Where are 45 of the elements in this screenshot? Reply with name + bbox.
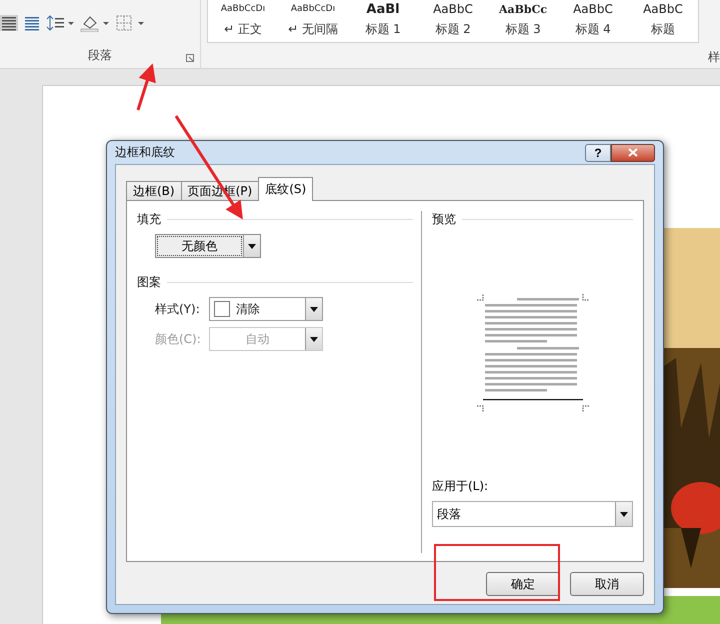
style-name[interactable]: ↵ 无间隔 bbox=[288, 21, 338, 38]
dialog-launcher-icon[interactable] bbox=[186, 54, 194, 62]
dialog-button[interactable]: 确定 bbox=[486, 572, 560, 596]
dialog-button[interactable]: 取消 bbox=[570, 572, 644, 596]
style-sample[interactable]: AaBl bbox=[366, 2, 400, 17]
style-name[interactable]: 标题 bbox=[651, 21, 675, 38]
section-label: 填充 bbox=[137, 211, 161, 228]
caret-icon bbox=[248, 244, 256, 248]
style-name[interactable]: 标题 4 bbox=[575, 21, 611, 38]
distribute-icon[interactable] bbox=[24, 15, 40, 31]
caret-icon bbox=[620, 512, 628, 516]
close-button[interactable] bbox=[611, 144, 655, 162]
field-label: 应用于(L): bbox=[432, 478, 490, 495]
style-sample[interactable]: AaBbC bbox=[643, 2, 683, 17]
dropdown[interactable]: 清除 bbox=[209, 297, 323, 321]
style-sample[interactable]: AaBbCc bbox=[498, 2, 548, 17]
style-name[interactable]: ↵ 正文 bbox=[224, 21, 262, 38]
tab[interactable]: 边框(B) bbox=[126, 181, 182, 201]
style-sample[interactable]: AaBbCcDı bbox=[220, 2, 266, 17]
window-title: 边框和底纹 bbox=[115, 144, 175, 161]
group-label: 样 bbox=[708, 49, 720, 66]
style-name[interactable]: 标题 2 bbox=[435, 21, 471, 38]
shading-icon[interactable] bbox=[80, 14, 110, 32]
dropdown[interactable]: 段落 bbox=[432, 501, 633, 527]
fill-color-dropdown[interactable]: 无颜色 bbox=[155, 234, 261, 258]
line-spacing-icon[interactable] bbox=[46, 15, 74, 31]
style-sample[interactable]: AaBbC bbox=[573, 2, 613, 17]
annotation-arrow bbox=[136, 63, 156, 110]
section-label: 图案 bbox=[137, 274, 161, 291]
close-icon bbox=[628, 148, 638, 157]
help-button[interactable]: ? bbox=[585, 144, 611, 162]
group-label: 段落 bbox=[88, 47, 112, 64]
caret-icon bbox=[310, 306, 318, 312]
field-label: 样式(Y): bbox=[155, 300, 201, 318]
style-sample[interactable]: AaBbCcDı bbox=[290, 2, 336, 17]
caret-icon bbox=[310, 336, 318, 342]
justify-icon[interactable] bbox=[0, 15, 18, 31]
borders-icon[interactable] bbox=[116, 15, 146, 31]
tab[interactable]: 底纹(S) bbox=[258, 177, 314, 201]
section-label: 预览 bbox=[432, 211, 456, 228]
style-sample[interactable]: AaBbC bbox=[433, 2, 473, 17]
color-swatch bbox=[214, 301, 230, 317]
style-name[interactable]: 标题 1 bbox=[365, 21, 401, 38]
style-name[interactable]: 标题 3 bbox=[505, 21, 541, 38]
field-label: 颜色(C): bbox=[155, 330, 202, 348]
